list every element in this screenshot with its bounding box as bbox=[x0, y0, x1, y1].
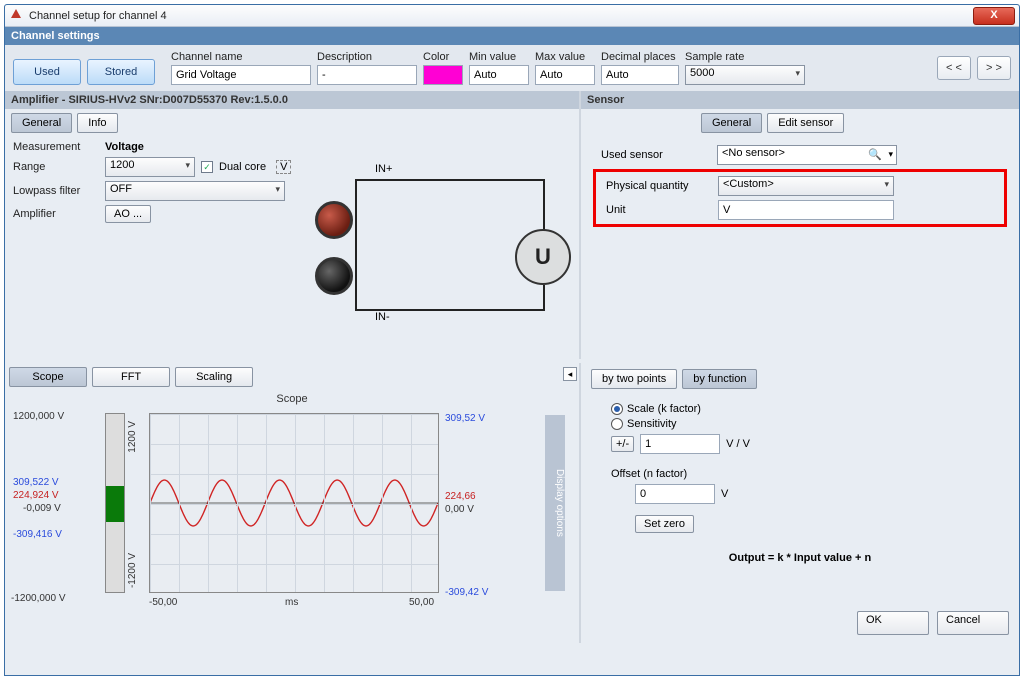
app-icon bbox=[9, 9, 23, 23]
scope-title: Scope bbox=[9, 393, 575, 405]
sensor-tab-general[interactable]: General bbox=[701, 113, 762, 133]
offset-input[interactable] bbox=[635, 484, 715, 504]
unit-label: Unit bbox=[606, 204, 712, 216]
titlebar: Channel setup for channel 4 X bbox=[5, 5, 1019, 27]
amplifier-header: Amplifier - SIRIUS-HVv2 SNr:D007D55370 R… bbox=[5, 91, 579, 109]
decimal-places-input[interactable] bbox=[601, 65, 679, 85]
range-label: Range bbox=[13, 161, 99, 173]
y-min-label: -1200,000 V bbox=[11, 593, 66, 604]
description-label: Description bbox=[317, 51, 417, 63]
used-sensor-label: Used sensor bbox=[601, 149, 711, 161]
offset-unit-label: V bbox=[721, 488, 728, 500]
channel-settings-header: Channel settings bbox=[5, 27, 1019, 45]
channel-name-label: Channel name bbox=[171, 51, 311, 63]
ok-button[interactable]: OK bbox=[857, 611, 929, 635]
channel-name-input[interactable] bbox=[171, 65, 311, 85]
physical-quantity-select[interactable]: <Custom> bbox=[718, 176, 894, 196]
mean-small-label: -0,009 V bbox=[23, 503, 61, 514]
sensor-tab-edit[interactable]: Edit sensor bbox=[767, 113, 844, 133]
lowpass-select[interactable]: OFF bbox=[105, 181, 285, 201]
next-channel-button[interactable]: > > bbox=[977, 56, 1011, 80]
peak-neg-label: -309,416 V bbox=[13, 529, 62, 540]
r-bot-label: -309,42 V bbox=[445, 587, 488, 598]
x-right-label: 50,00 bbox=[409, 597, 434, 608]
tab-general[interactable]: General bbox=[11, 113, 72, 133]
sample-rate-select[interactable]: 5000 bbox=[685, 65, 805, 85]
set-zero-button[interactable]: Set zero bbox=[635, 515, 694, 533]
in-minus-label: IN- bbox=[375, 311, 390, 323]
stored-button[interactable]: Stored bbox=[87, 59, 155, 85]
k-value-input[interactable] bbox=[640, 434, 720, 454]
connector-positive bbox=[315, 201, 353, 239]
prev-channel-button[interactable]: < < bbox=[937, 56, 971, 80]
scale-k-label: Scale (k factor) bbox=[627, 403, 701, 415]
wiring-diagram: IN+ IN- U bbox=[305, 161, 575, 361]
radio-sensitivity[interactable] bbox=[611, 418, 623, 430]
used-button[interactable]: Used bbox=[13, 59, 81, 85]
tab-scope[interactable]: Scope bbox=[9, 367, 87, 387]
cancel-button[interactable]: Cancel bbox=[937, 611, 1009, 635]
connector-negative bbox=[315, 257, 353, 295]
measurement-label: Measurement bbox=[13, 141, 99, 153]
sample-rate-label: Sample rate bbox=[685, 51, 805, 63]
bar-top-label: 1200 V bbox=[127, 421, 138, 453]
x-left-label: -50,00 bbox=[149, 597, 177, 608]
physical-quantity-label: Physical quantity bbox=[606, 180, 712, 192]
dual-core-label: Dual core bbox=[219, 161, 266, 173]
close-button[interactable]: X bbox=[973, 7, 1015, 25]
sensor-header: Sensor bbox=[581, 91, 1019, 109]
measurement-value: Voltage bbox=[105, 141, 144, 153]
max-value-input[interactable] bbox=[535, 65, 595, 85]
tab-by-function[interactable]: by function bbox=[682, 369, 757, 389]
window-title: Channel setup for channel 4 bbox=[29, 10, 167, 22]
unit-input[interactable] bbox=[718, 200, 894, 220]
x-unit-label: ms bbox=[285, 597, 298, 608]
tab-info[interactable]: Info bbox=[77, 113, 117, 133]
r-mid1-label: 224,66 bbox=[445, 491, 476, 502]
display-options-toggle[interactable]: Display options bbox=[545, 415, 565, 591]
amplifier-label: Amplifier bbox=[13, 208, 99, 220]
color-label: Color bbox=[423, 51, 463, 63]
sensitivity-label: Sensitivity bbox=[627, 418, 677, 430]
lowpass-label: Lowpass filter bbox=[13, 185, 99, 197]
search-icon: 🔍 bbox=[868, 148, 882, 161]
min-value-input[interactable] bbox=[469, 65, 529, 85]
bar-bot-label: -1200 V bbox=[127, 553, 138, 588]
radio-scale-k[interactable] bbox=[611, 403, 623, 415]
k-unit-label: V / V bbox=[726, 438, 750, 450]
min-value-label: Min value bbox=[469, 51, 529, 63]
decimal-places-label: Decimal places bbox=[601, 51, 679, 63]
output-formula: Output = k * Input value + n bbox=[611, 552, 989, 564]
used-sensor-select[interactable]: <No sensor> 🔍 bbox=[717, 145, 897, 165]
mean-big-label: 224,924 V bbox=[13, 490, 59, 501]
offset-label: Offset (n factor) bbox=[611, 468, 989, 480]
color-swatch[interactable] bbox=[423, 65, 463, 85]
dual-core-unit: V bbox=[276, 160, 291, 174]
tab-scaling[interactable]: Scaling bbox=[175, 367, 253, 387]
scope-plot bbox=[149, 413, 439, 593]
peak-pos-label: 309,522 V bbox=[13, 477, 59, 488]
pm-button[interactable]: +/- bbox=[611, 436, 634, 452]
collapse-toggle[interactable]: ◂ bbox=[563, 367, 577, 381]
r-mid2-label: 0,00 V bbox=[445, 504, 474, 515]
r-top-label: 309,52 V bbox=[445, 413, 485, 424]
ao-button[interactable]: AO ... bbox=[105, 205, 151, 223]
meter-symbol: U bbox=[515, 229, 571, 285]
max-value-label: Max value bbox=[535, 51, 595, 63]
in-plus-label: IN+ bbox=[375, 163, 392, 175]
tab-two-points[interactable]: by two points bbox=[591, 369, 677, 389]
tab-fft[interactable]: FFT bbox=[92, 367, 170, 387]
range-select[interactable]: 1200 bbox=[105, 157, 195, 177]
description-input[interactable] bbox=[317, 65, 417, 85]
dual-core-checkbox[interactable]: ✓ bbox=[201, 161, 213, 173]
y-max-label: 1200,000 V bbox=[13, 411, 64, 422]
level-bar bbox=[105, 413, 125, 593]
